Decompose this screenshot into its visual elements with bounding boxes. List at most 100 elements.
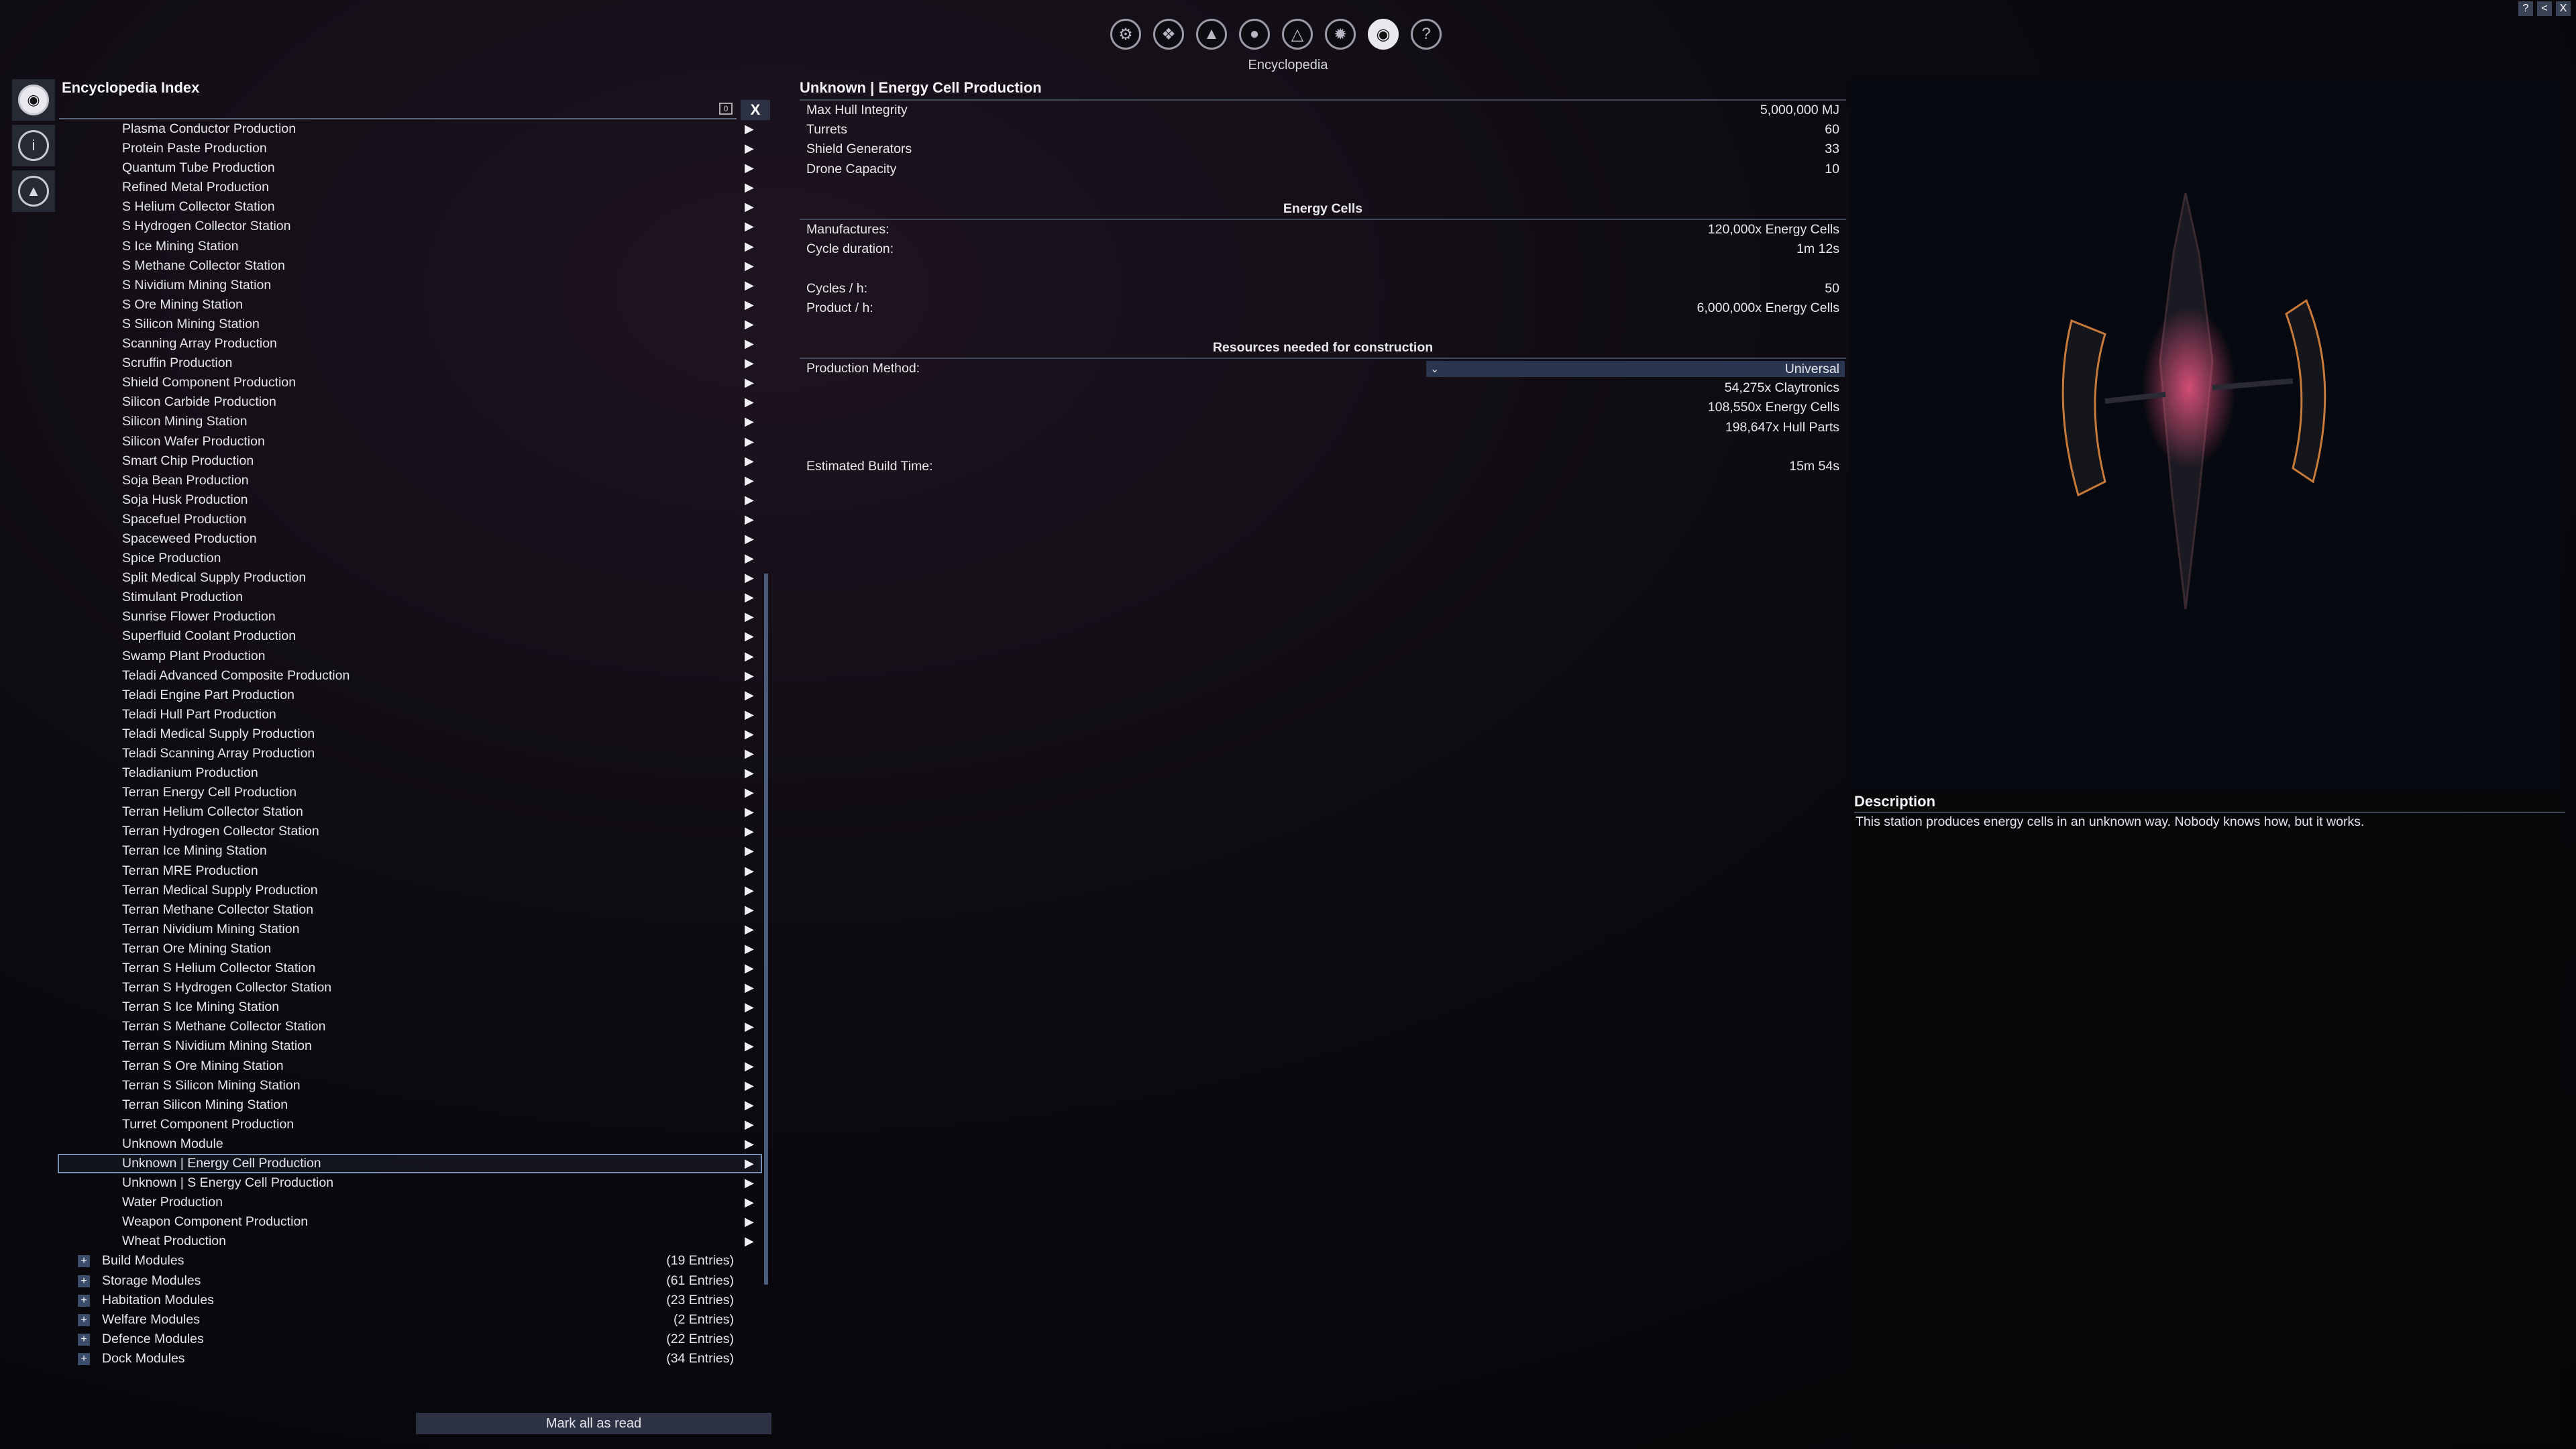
index-item[interactable]: Spaceweed Production ▶ — [58, 529, 762, 549]
expand-arrow-icon[interactable]: ▶ — [745, 392, 754, 412]
expand-arrow-icon[interactable]: ▶ — [745, 354, 754, 373]
index-item[interactable]: Terran MRE Production ▶ — [58, 861, 762, 881]
expand-arrow-icon[interactable]: ▶ — [745, 529, 754, 549]
expand-arrow-icon[interactable]: ▶ — [745, 1232, 754, 1251]
expand-arrow-icon[interactable]: ▶ — [745, 1154, 754, 1173]
expand-arrow-icon[interactable]: ▶ — [745, 1017, 754, 1036]
expand-arrow-icon[interactable]: ▶ — [745, 451, 754, 471]
expand-arrow-icon[interactable]: ▶ — [745, 276, 754, 295]
index-item[interactable]: Quantum Tube Production ▶ — [58, 158, 762, 178]
index-item[interactable]: Plasma Conductor Production ▶ — [58, 119, 762, 139]
expand-arrow-icon[interactable]: ▶ — [745, 217, 754, 236]
expand-arrow-icon[interactable]: ▶ — [745, 471, 754, 490]
index-group[interactable]: + Build Modules (19 Entries) — [58, 1251, 762, 1271]
index-item[interactable]: Terran S Helium Collector Station ▶ — [58, 959, 762, 978]
index-item[interactable]: Terran Energy Cell Production ▶ — [58, 783, 762, 802]
expand-arrow-icon[interactable]: ▶ — [745, 705, 754, 724]
index-item[interactable]: Terran S Nividium Mining Station ▶ — [58, 1036, 762, 1056]
satellite-icon[interactable]: ❖ — [1153, 19, 1184, 50]
index-item[interactable]: Terran Ore Mining Station ▶ — [58, 939, 762, 959]
expand-arrow-icon[interactable]: ▶ — [745, 1193, 754, 1212]
expand-arrow-icon[interactable]: ▶ — [745, 686, 754, 705]
index-item[interactable]: S Ore Mining Station ▶ — [58, 295, 762, 315]
expand-arrow-icon[interactable]: ▶ — [745, 841, 754, 861]
expand-arrow-icon[interactable]: ▶ — [745, 412, 754, 431]
index-item[interactable]: Wheat Production ▶ — [58, 1232, 762, 1251]
expand-arrow-icon[interactable]: ▶ — [745, 998, 754, 1017]
index-item[interactable]: S Nividium Mining Station ▶ — [58, 276, 762, 295]
index-item[interactable]: Soja Husk Production ▶ — [58, 490, 762, 510]
index-item[interactable]: Terran Medical Supply Production ▶ — [58, 881, 762, 900]
expand-arrow-icon[interactable]: ▶ — [745, 178, 754, 197]
back-button[interactable]: < — [2537, 1, 2552, 16]
expand-arrow-icon[interactable]: ▶ — [745, 783, 754, 802]
expand-arrow-icon[interactable]: ▶ — [745, 1115, 754, 1134]
expand-arrow-icon[interactable]: ▶ — [745, 627, 754, 646]
index-item[interactable]: Terran S Hydrogen Collector Station ▶ — [58, 978, 762, 998]
index-item[interactable]: Protein Paste Production ▶ — [58, 139, 762, 158]
expand-arrow-icon[interactable]: ▶ — [745, 647, 754, 666]
expand-arrow-icon[interactable]: ▶ — [745, 119, 754, 139]
expand-arrow-icon[interactable]: ▶ — [745, 920, 754, 939]
index-item[interactable]: S Silicon Mining Station ▶ — [58, 315, 762, 334]
index-item[interactable]: Stimulant Production ▶ — [58, 588, 762, 607]
station-preview[interactable] — [1850, 79, 2561, 790]
index-item[interactable]: Unknown | S Energy Cell Production ▶ — [58, 1173, 762, 1193]
expand-arrow-icon[interactable]: ▶ — [745, 1095, 754, 1115]
expand-arrow-icon[interactable]: ▶ — [745, 939, 754, 959]
expand-arrow-icon[interactable]: ▶ — [745, 802, 754, 822]
production-method-dropdown[interactable]: ⌄ Universal — [1426, 361, 1845, 378]
expand-arrow-icon[interactable]: ▶ — [745, 139, 754, 158]
index-group[interactable]: + Storage Modules (61 Entries) — [58, 1271, 762, 1291]
index-item[interactable]: Silicon Carbide Production ▶ — [58, 392, 762, 412]
mark-all-read-button[interactable]: Mark all as read — [416, 1413, 771, 1434]
expand-arrow-icon[interactable]: ▶ — [745, 549, 754, 568]
index-item[interactable]: Teladi Hull Part Production ▶ — [58, 705, 762, 724]
index-group[interactable]: + Defence Modules (22 Entries) — [58, 1330, 762, 1349]
expand-arrow-icon[interactable]: ▶ — [745, 256, 754, 276]
plus-icon[interactable]: + — [78, 1294, 90, 1307]
index-item[interactable]: Unknown | Energy Cell Production ▶ — [58, 1153, 762, 1174]
expand-arrow-icon[interactable]: ▶ — [745, 959, 754, 978]
expand-arrow-icon[interactable]: ▶ — [745, 568, 754, 588]
expand-arrow-icon[interactable]: ▶ — [745, 334, 754, 354]
help-button[interactable]: ? — [2518, 1, 2533, 16]
index-item[interactable]: Terran Methane Collector Station ▶ — [58, 900, 762, 920]
plus-icon[interactable]: + — [78, 1275, 90, 1287]
expand-arrow-icon[interactable]: ▶ — [745, 978, 754, 998]
index-item[interactable]: Water Production ▶ — [58, 1193, 762, 1212]
index-item[interactable]: Soja Bean Production ▶ — [58, 471, 762, 490]
index-item[interactable]: Refined Metal Production ▶ — [58, 178, 762, 197]
index-item[interactable]: Teladi Advanced Composite Production ▶ — [58, 666, 762, 686]
expand-arrow-icon[interactable]: ▶ — [745, 724, 754, 744]
index-item[interactable]: Terran S Ore Mining Station ▶ — [58, 1057, 762, 1076]
index-item[interactable]: S Methane Collector Station ▶ — [58, 256, 762, 276]
index-item[interactable]: Terran Silicon Mining Station ▶ — [58, 1095, 762, 1115]
index-scrollbar[interactable] — [764, 574, 768, 1285]
expand-arrow-icon[interactable]: ▶ — [745, 197, 754, 217]
index-item[interactable]: Scruffin Production ▶ — [58, 354, 762, 373]
ship-icon[interactable]: ▲ — [1196, 19, 1227, 50]
close-button[interactable]: X — [2556, 1, 2571, 16]
plus-icon[interactable]: + — [78, 1255, 90, 1268]
plus-icon[interactable]: + — [78, 1352, 90, 1365]
index-item[interactable]: Terran S Ice Mining Station ▶ — [58, 998, 762, 1017]
plus-icon[interactable]: + — [78, 1333, 90, 1346]
expand-arrow-icon[interactable]: ▶ — [745, 1076, 754, 1095]
index-item[interactable]: Teladi Scanning Array Production ▶ — [58, 744, 762, 763]
index-item[interactable]: Smart Chip Production ▶ — [58, 451, 762, 471]
expand-arrow-icon[interactable]: ▶ — [745, 763, 754, 783]
search-clear-button[interactable]: 0 — [719, 103, 733, 115]
ships-category-button[interactable]: ▲ — [12, 170, 55, 212]
search-input[interactable]: 0 — [59, 101, 737, 119]
help-icon[interactable]: ? — [1411, 19, 1442, 50]
expand-arrow-icon[interactable]: ▶ — [745, 900, 754, 920]
search-close-button[interactable]: X — [741, 100, 770, 120]
rocket-icon[interactable]: △ — [1282, 19, 1313, 50]
expand-arrow-icon[interactable]: ▶ — [745, 744, 754, 763]
index-item[interactable]: Swamp Plant Production ▶ — [58, 647, 762, 666]
index-item[interactable]: Unknown Module ▶ — [58, 1134, 762, 1154]
wreckage-icon[interactable]: ✹ — [1325, 19, 1356, 50]
expand-arrow-icon[interactable]: ▶ — [745, 607, 754, 627]
index-item[interactable]: Terran Helium Collector Station ▶ — [58, 802, 762, 822]
